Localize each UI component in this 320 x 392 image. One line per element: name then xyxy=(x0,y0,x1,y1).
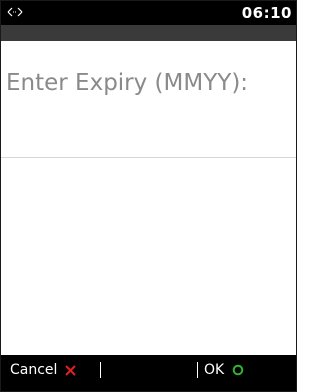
softkey-bar: Cancel OK xyxy=(1,355,296,391)
ok-separator xyxy=(197,362,198,378)
title-strip xyxy=(1,25,296,41)
terminal-screen: 06:10 Enter Expiry (MMYY): Cancel OK xyxy=(0,0,297,392)
ok-label: OK xyxy=(204,362,225,378)
clock: 06:10 xyxy=(241,4,292,22)
circle-ok-icon xyxy=(232,364,244,376)
input-area[interactable] xyxy=(1,158,296,355)
close-x-icon xyxy=(65,364,77,376)
expiry-prompt: Enter Expiry (MMYY): xyxy=(6,70,249,96)
status-bar: 06:10 xyxy=(1,1,296,25)
cancel-button[interactable]: Cancel xyxy=(10,355,77,385)
softkey-separator xyxy=(100,362,101,378)
ok-button[interactable]: OK xyxy=(197,355,244,385)
cancel-label: Cancel xyxy=(10,362,58,378)
signal-arrows-icon xyxy=(7,7,23,17)
prompt-area: Enter Expiry (MMYY): xyxy=(1,41,296,157)
